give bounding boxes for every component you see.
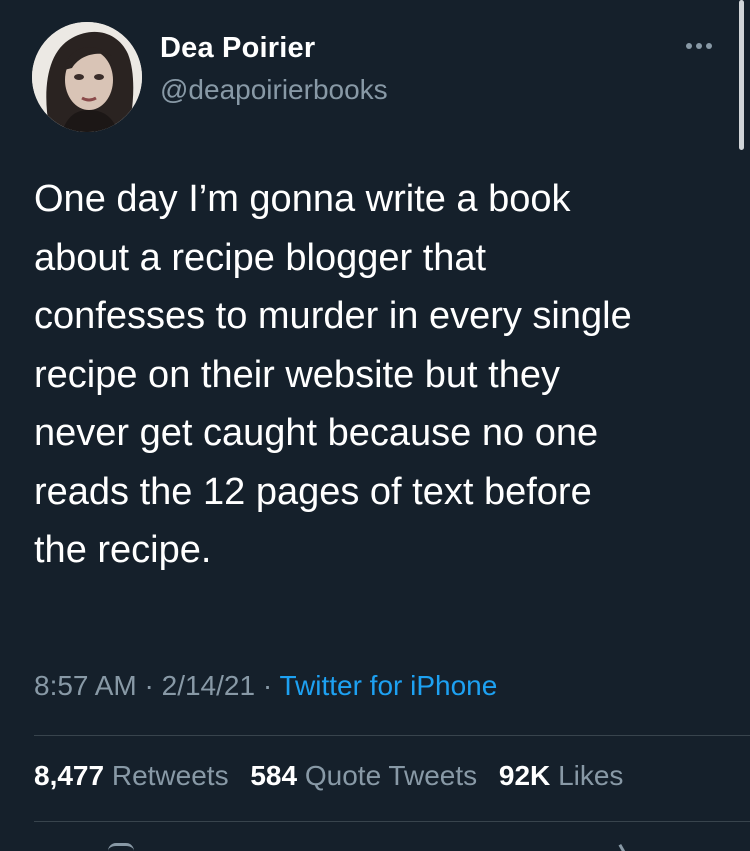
more-options-icon[interactable] [682,36,716,56]
likes-label: Likes [558,760,624,791]
tweet-detail: Dea Poirier @deapoirierbooks One day I’m… [0,0,750,851]
tweet-stats: 8,477 Retweets 584 Quote Tweets 92K Like… [34,760,623,792]
more-dot [696,43,702,49]
quote-tweets-stat[interactable]: 584 Quote Tweets [250,760,477,791]
meta-separator: · [136,670,162,701]
avatar[interactable] [32,22,142,132]
tweet-source-link[interactable]: Twitter for iPhone [279,670,497,701]
share-icon[interactable] [618,841,630,851]
author-handle[interactable]: @deapoirierbooks [160,74,388,106]
more-dot [706,43,712,49]
quote-tweets-count: 584 [250,760,298,791]
divider [34,821,750,822]
divider [34,735,750,736]
tweet-date[interactable]: 2/14/21 [162,670,255,701]
retweets-count: 8,477 [34,760,105,791]
tweet-metadata: 8:57 AM · 2/14/21 · Twitter for iPhone [34,670,497,702]
scrollbar[interactable] [739,0,744,150]
reply-icon[interactable] [108,843,134,851]
author-name[interactable]: Dea Poirier [160,32,315,65]
meta-separator: · [255,670,280,701]
tweet-text: One day I’m gonna write a book about a r… [34,178,632,571]
more-dot [686,43,692,49]
retweets-stat[interactable]: 8,477 Retweets [34,760,229,791]
quote-tweets-label: Quote Tweets [304,760,478,791]
avatar-portrait-image [32,22,142,132]
tweet-time[interactable]: 8:57 AM [34,670,137,701]
likes-stat[interactable]: 92K Likes [499,760,624,791]
likes-count: 92K [498,760,551,791]
retweets-label: Retweets [111,760,229,791]
